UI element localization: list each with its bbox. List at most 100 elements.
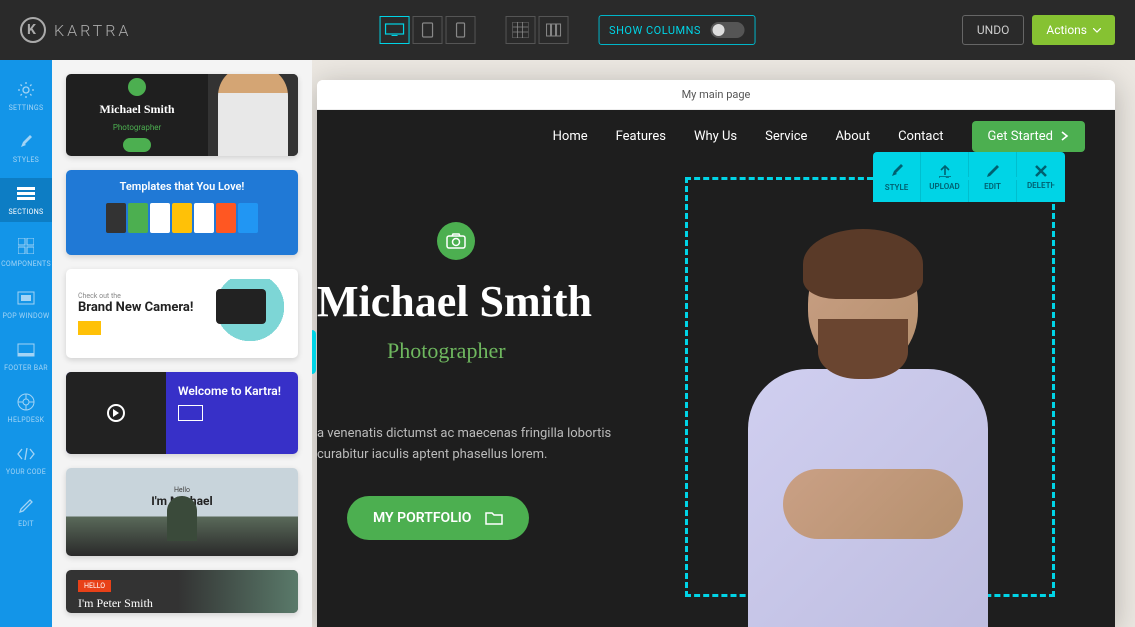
topbar: K KARTRA SHOW COLUMNS UNDO Actions [0, 0, 1135, 60]
chevron-right-icon [1061, 131, 1069, 141]
topbar-right: UNDO Actions [962, 15, 1115, 45]
nav-link-features[interactable]: Features [616, 129, 666, 144]
close-icon [1034, 164, 1048, 178]
drag-handle[interactable] [312, 330, 316, 374]
template-title: Michael Smith [100, 102, 175, 117]
template-card[interactable]: Welcome to Kartra! [66, 372, 298, 454]
rail-label: EDIT [18, 520, 34, 528]
folder-icon [485, 511, 503, 525]
rail-item-components[interactable]: COMPONENTS [0, 230, 52, 274]
rail-item-footer[interactable]: FOOTER BAR [0, 334, 52, 378]
template-button [178, 405, 203, 421]
chevron-down-icon [1093, 28, 1101, 33]
rail-item-settings[interactable]: SETTINGS [0, 74, 52, 118]
person-illustration [167, 496, 197, 541]
template-card[interactable]: Hello I'm Michael [66, 468, 298, 555]
play-icon [107, 404, 125, 422]
main: SETTINGS STYLES SECTIONS COMPONENTS POP … [0, 60, 1135, 627]
toggle-switch[interactable] [711, 22, 745, 38]
person-illustration [178, 570, 298, 613]
nav-link-contact[interactable]: Contact [898, 129, 943, 144]
rail-item-helpdesk[interactable]: HELPDESK [0, 386, 52, 430]
template-card[interactable]: Check out theBrand New Camera! [66, 269, 298, 358]
canvas-area: My main page Home Features Why Us Servic… [312, 60, 1135, 627]
show-columns-toggle[interactable]: SHOW COLUMNS [598, 15, 756, 45]
template-badge: HELLO [78, 580, 111, 592]
hero-section: Michael Smith Photographer a venenatis d… [317, 162, 1115, 627]
rail-label: COMPONENTS [1, 260, 51, 268]
logo-mark-icon: K [20, 17, 46, 43]
pencil-icon [16, 496, 36, 516]
button-label: MY PORTFOLIO [373, 510, 471, 526]
brand-name: KARTRA [54, 21, 131, 40]
hero-description: a venenatis dictumst ac maecenas fringil… [317, 424, 647, 466]
sections-icon [16, 184, 36, 204]
rail-item-edit[interactable]: EDIT [0, 490, 52, 534]
hero-image-block: STYLE UPLOAD EDIT DELETE [667, 222, 1115, 627]
cta-label: Get Started [988, 129, 1053, 144]
hero-subtitle: Photographer [387, 338, 647, 364]
nav-link-about[interactable]: About [835, 129, 870, 144]
template-title: Welcome to Kartra! [178, 384, 286, 398]
components-icon [16, 236, 36, 256]
rail-label: HELPDESK [8, 416, 45, 424]
actions-label: Actions [1046, 23, 1087, 37]
actions-button[interactable]: Actions [1032, 15, 1115, 45]
portfolio-button[interactable]: MY PORTFOLIO [347, 496, 529, 540]
camera-illustration [216, 289, 266, 324]
code-icon [16, 444, 36, 464]
page-content[interactable]: Home Features Why Us Service About Conta… [317, 110, 1115, 627]
grid-icon[interactable] [505, 16, 535, 44]
template-card[interactable]: Michael Smith Photographer [66, 74, 298, 156]
nav-link-service[interactable]: Service [765, 129, 807, 144]
camera-icon [128, 78, 146, 96]
page-window: My main page Home Features Why Us Servic… [317, 80, 1115, 627]
hero-text: Michael Smith Photographer a venenatis d… [317, 222, 667, 627]
template-subtitle: Photographer [113, 123, 161, 132]
rail-label: STYLES [13, 156, 39, 164]
rail-label: FOOTER BAR [4, 364, 48, 372]
topbar-center: SHOW COLUMNS [379, 15, 756, 45]
template-panel: Michael Smith Photographer Templates that… [52, 60, 312, 627]
show-columns-label: SHOW COLUMNS [609, 24, 701, 37]
rail-item-code[interactable]: YOUR CODE [0, 438, 52, 482]
device-switcher [379, 16, 475, 44]
tablet-icon[interactable] [412, 16, 442, 44]
template-title: Templates that You Love! [120, 180, 245, 194]
rail-item-sections[interactable]: SECTIONS [0, 178, 52, 222]
layout-switcher [505, 16, 568, 44]
template-subtitle: Check out the [78, 292, 196, 300]
rail-label: SETTINGS [9, 104, 44, 112]
nav-link-whyus[interactable]: Why Us [694, 129, 737, 144]
person-illustration [218, 74, 288, 156]
person-photo [708, 224, 1028, 627]
popup-icon [16, 288, 36, 308]
left-rail: SETTINGS STYLES SECTIONS COMPONENTS POP … [0, 60, 52, 627]
template-button [78, 321, 101, 335]
brush-icon [16, 132, 36, 152]
selection-outline[interactable] [685, 177, 1055, 597]
template-title: Brand New Camera! [78, 300, 196, 315]
page-title: My main page [317, 80, 1115, 110]
nav-link-home[interactable]: Home [553, 129, 588, 144]
rail-label: YOUR CODE [6, 468, 46, 476]
mobile-icon[interactable] [445, 16, 475, 44]
lifebuoy-icon [16, 392, 36, 412]
rail-label: POP WINDOW [2, 312, 49, 320]
template-button [123, 138, 152, 152]
hero-name: Michael Smith [317, 278, 647, 326]
rail-item-styles[interactable]: STYLES [0, 126, 52, 170]
template-subtitle: Hello [174, 486, 190, 494]
rail-item-popup[interactable]: POP WINDOW [0, 282, 52, 326]
columns-icon[interactable] [538, 16, 568, 44]
template-card[interactable]: HELLO I'm Peter Smith [66, 570, 298, 613]
template-title: I'm Peter Smith [78, 596, 153, 611]
get-started-button[interactable]: Get Started [972, 121, 1085, 152]
camera-icon [437, 222, 475, 260]
rail-label: SECTIONS [8, 208, 43, 216]
template-card[interactable]: Templates that You Love! [66, 170, 298, 255]
gear-icon [16, 80, 36, 100]
desktop-icon[interactable] [379, 16, 409, 44]
brand-logo[interactable]: K KARTRA [20, 17, 131, 43]
undo-button[interactable]: UNDO [962, 15, 1024, 45]
